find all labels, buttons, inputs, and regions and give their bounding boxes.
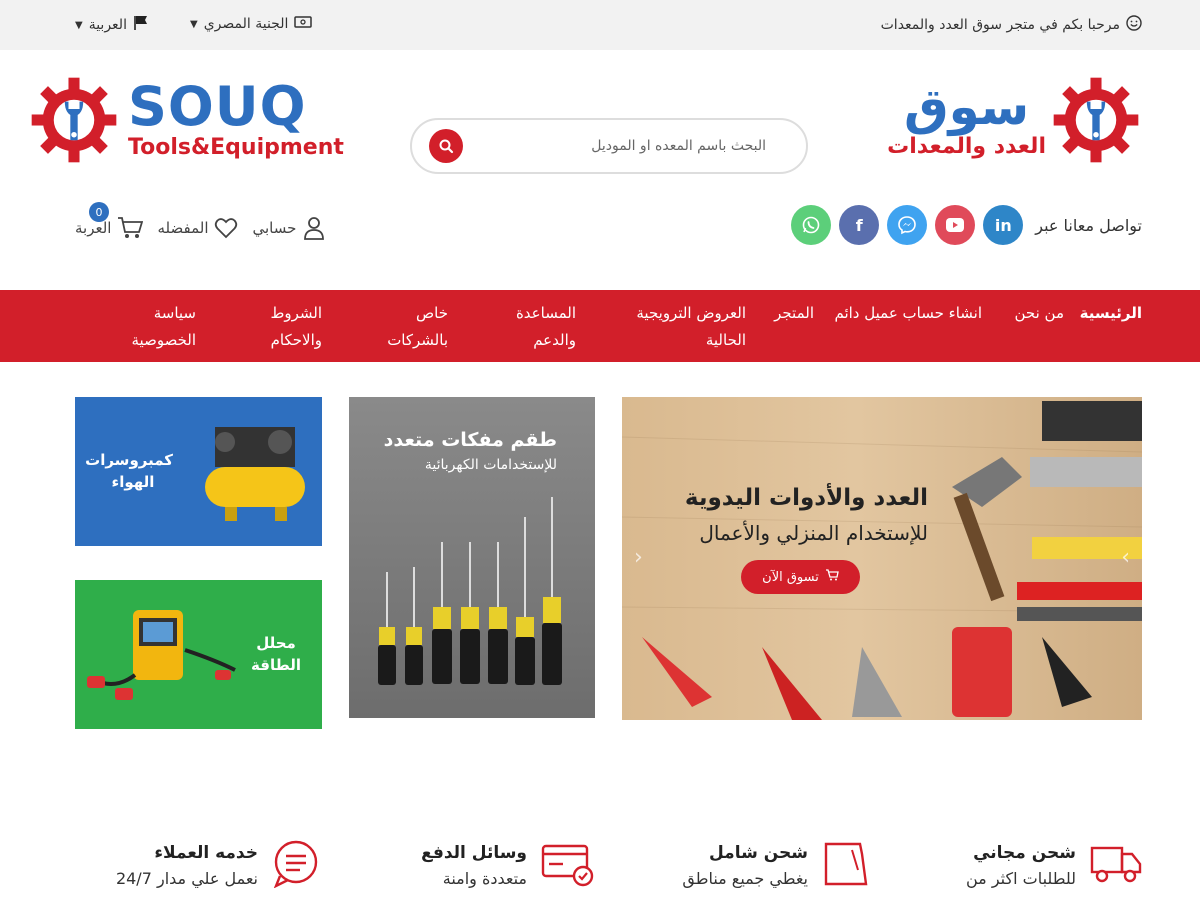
nav-item-home[interactable]: الرئيسية — [1064, 290, 1142, 354]
slider-prev-icon[interactable]: ‹ — [634, 545, 643, 570]
search-button[interactable] — [429, 129, 463, 163]
nav-item-privacy[interactable]: سياسة الخصوصية — [106, 290, 196, 354]
feature-title: شحن شامل — [709, 843, 808, 863]
messenger-icon[interactable] — [887, 205, 928, 245]
logo-en-title: SOUQ — [128, 75, 307, 138]
nav-item-support[interactable]: المساعدة والدعم — [498, 290, 576, 354]
feature-title: وسائل الدفع — [421, 843, 527, 863]
account-label: حسابي — [252, 219, 297, 237]
hero-banner[interactable]: العدد والأدوات اليدوية للإستخدام المنزلي… — [622, 397, 1142, 720]
feature-desc: يغطي جميع مناطق — [682, 869, 808, 888]
promo-power-analyzer[interactable]: محلل الطاقة — [75, 580, 322, 729]
user-icon — [304, 217, 325, 240]
currency-selector[interactable]: الجنية المصري ▼ — [190, 15, 313, 33]
compressor-image — [205, 427, 305, 521]
hero-subtitle: للإستخدام المنزلي والأعمال — [699, 521, 928, 545]
feature-title: شحن مجاني — [973, 843, 1076, 863]
nav-item-shop[interactable]: المتجر — [764, 290, 814, 354]
money-icon — [294, 15, 313, 33]
analyzer-image — [87, 610, 236, 700]
wishlist-label: المفضله — [157, 219, 209, 237]
feature-payment: وسائل الدفع متعددة وامنة — [421, 840, 595, 892]
search-box — [410, 118, 808, 174]
search-input[interactable] — [466, 134, 766, 158]
cart-count-badge: 0 — [89, 202, 109, 222]
language-selector[interactable]: العربية ▼ — [75, 15, 149, 35]
gear-wrench-logo-icon — [1053, 77, 1139, 163]
heart-icon — [215, 218, 238, 239]
welcome-text: مرحبا بكم في متجر سوق العدد والمعدات — [880, 17, 1120, 33]
nav-item-about[interactable]: من نحن — [1014, 290, 1065, 354]
linkedin-icon[interactable]: in — [983, 205, 1024, 245]
hero-title: العدد والأدوات اليدوية — [684, 485, 928, 511]
nav-item-companies[interactable]: خاص بالشركات — [372, 290, 448, 354]
nav-item-offers[interactable]: العروض الترويجية الحالية — [610, 290, 746, 354]
welcome-message: مرحبا بكم في متجر سوق العدد والمعدات — [881, 15, 1142, 35]
cart-icon — [118, 217, 144, 238]
logo-ar-subtitle: العدد والمعدات — [887, 134, 1046, 159]
chat-bubble-icon — [273, 840, 318, 888]
social-links: تواصل معانا عبر in f — [791, 205, 1142, 245]
nav-list: الرئيسية من نحن انشاء حساب عميل دائم الم… — [0, 290, 1200, 354]
facebook-icon[interactable]: f — [839, 205, 880, 245]
slider-next-icon[interactable]: › — [1121, 545, 1130, 570]
account-links: حسابي المفضله 0 العربة — [75, 202, 326, 241]
shop-now-label: تسوق الآن — [762, 569, 819, 585]
logo-en-subtitle: Tools&Equipment — [128, 135, 344, 160]
main-nav: الرئيسية من نحن انشاء حساب عميل دائم الم… — [0, 290, 1200, 362]
promo-compressors[interactable]: كمبروسرات الهواء — [75, 397, 322, 546]
search-icon — [439, 139, 454, 154]
whatsapp-icon[interactable] — [791, 205, 832, 245]
logo-arabic[interactable]: سوق العدد والمعدات — [887, 72, 1142, 168]
language-label: العربية — [88, 17, 127, 33]
feature-title: خدمه العملاء — [154, 843, 258, 863]
logo-english[interactable]: SOUQ Tools&Equipment — [28, 72, 344, 168]
cart-link[interactable]: 0 العربة — [75, 202, 144, 240]
nav-item-register[interactable]: انشاء حساب عميل دائم — [834, 290, 982, 354]
wishlist-link[interactable]: المفضله — [157, 217, 238, 239]
features-row: شحن مجاني للطلبات اكثر من شحن شامل يغطي … — [0, 830, 1200, 900]
logo-ar-title: سوق — [903, 78, 1030, 136]
youtube-icon[interactable] — [935, 205, 976, 245]
account-link[interactable]: حسابي — [252, 215, 326, 241]
nav-item-terms[interactable]: الشروط والاحكام — [256, 290, 322, 354]
feature-full-coverage: شحن شامل يغطي جميع مناطق — [682, 840, 868, 892]
feature-free-shipping: شحن مجاني للطلبات اكثر من — [966, 840, 1142, 892]
feature-desc: للطلبات اكثر من — [966, 869, 1076, 888]
gear-wrench-logo-icon — [31, 77, 117, 163]
top-bar: مرحبا بكم في متجر سوق العدد والمعدات الج… — [0, 0, 1200, 50]
feature-desc: نعمل علي مدار 24/7 — [115, 869, 258, 888]
screwdrivers-image — [378, 497, 562, 685]
feature-support: خدمه العملاء نعمل علي مدار 24/7 — [116, 840, 322, 892]
flag-icon — [133, 15, 149, 35]
smile-icon — [1126, 15, 1142, 35]
cart-icon — [825, 569, 839, 585]
tools-image — [622, 401, 1142, 720]
map-egypt-icon — [824, 842, 868, 886]
feature-desc: متعددة وامنة — [442, 869, 527, 888]
promo-screwdrivers[interactable]: طقم مفكات متعدد للإستخدامات الكهربائية — [349, 397, 595, 718]
caret-down-icon: ▼ — [190, 18, 198, 30]
site-header: سوق العدد والمعدات SOUQ Tools&Equipment … — [0, 50, 1200, 290]
credit-card-icon — [541, 844, 594, 887]
shop-now-button[interactable]: تسوق الآن — [741, 560, 860, 594]
logo-text-arabic: سوق العدد والمعدات — [887, 80, 1046, 160]
currency-label: الجنية المصري — [203, 16, 289, 32]
cart-label: العربة — [75, 219, 112, 237]
truck-icon — [1090, 846, 1142, 883]
social-label: تواصل معانا عبر — [1035, 215, 1142, 235]
caret-down-icon: ▼ — [75, 19, 83, 31]
logo-text-english: SOUQ Tools&Equipment — [128, 79, 344, 161]
